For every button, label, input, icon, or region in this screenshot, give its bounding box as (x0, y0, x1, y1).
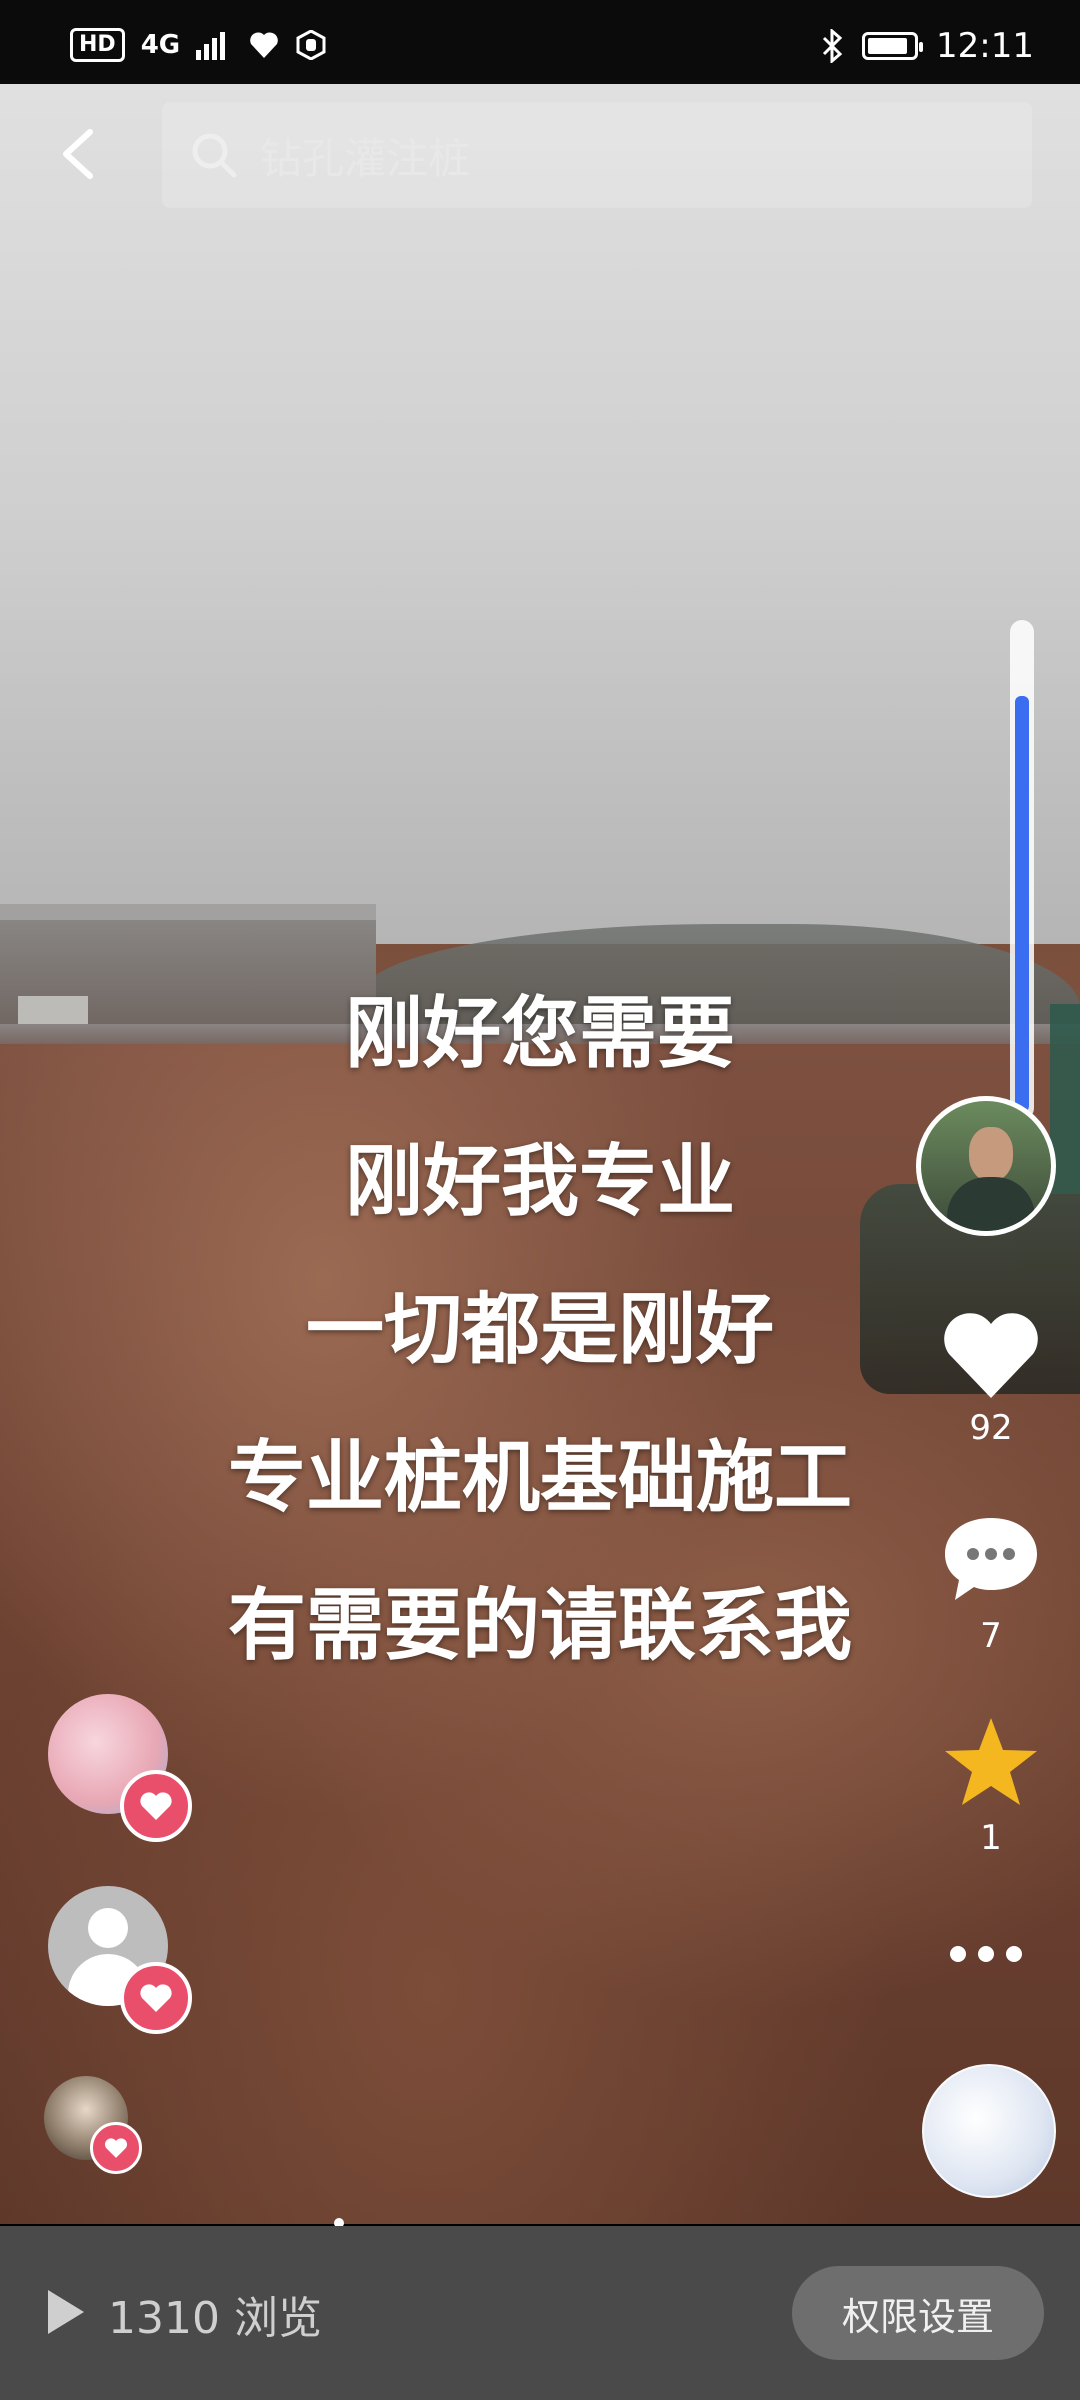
bluetooth-icon (822, 29, 843, 63)
battery-icon (862, 32, 924, 60)
network-indicator: 4G (140, 30, 181, 60)
status-bar: HD 4G 12:11 (0, 0, 1080, 84)
caption-line: 刚好您需要 (344, 988, 735, 1079)
clock: 12:11 (936, 26, 1034, 66)
heart-icon (104, 2138, 128, 2158)
comment-icon (945, 1518, 1037, 1600)
like-count: 92 (969, 1408, 1013, 1448)
more-icon[interactable] (950, 1946, 1022, 1962)
status-right: 12:11 (820, 26, 1034, 66)
author-avatar[interactable] (916, 1096, 1056, 1236)
caption-line: 有需要的请联系我 (227, 1580, 852, 1671)
heart-icon (140, 1792, 172, 1820)
heart-icon (944, 1313, 1038, 1398)
caption-line: 专业桩机基础施工 (227, 1432, 852, 1523)
star-icon (945, 1718, 1037, 1805)
caption-line: 一切都是刚好 (305, 1284, 774, 1375)
favorite-count: 1 (980, 1818, 1002, 1858)
like-badge (120, 1962, 192, 2034)
top-bar: 钻孔灌注桩 (0, 84, 1080, 224)
liker-avatar[interactable] (44, 2076, 142, 2174)
page-indicator (0, 2218, 1080, 2228)
like-button[interactable]: 92 (936, 1310, 1046, 1448)
hd-badge: HD (70, 28, 125, 62)
heart-icon (140, 1984, 172, 2012)
status-left: HD 4G (70, 28, 326, 62)
search-bar[interactable]: 钻孔灌注桩 (162, 102, 1032, 208)
view-count: 1310 浏览 (108, 2293, 322, 2344)
liker-avatar[interactable] (48, 1694, 192, 1842)
search-icon (192, 133, 237, 178)
like-badge (90, 2122, 142, 2174)
permission-settings-button[interactable]: 权限设置 (792, 2266, 1044, 2360)
video-scroll-progress[interactable] (1010, 620, 1034, 1120)
video-caption: 刚好您需要 刚好我专业 一切都是刚好 专业桩机基础施工 有需要的请联系我 (0, 960, 1080, 1700)
health-heart-icon (250, 32, 278, 58)
play-icon (48, 2290, 84, 2334)
comment-count: 7 (980, 1616, 1002, 1656)
search-query: 钻孔灌注桩 (260, 133, 471, 183)
back-arrow-icon[interactable] (52, 124, 112, 184)
comment-button[interactable]: 7 (936, 1512, 1046, 1656)
progress-fill (1015, 695, 1029, 1112)
music-disc[interactable] (922, 2064, 1056, 2198)
like-badge (120, 1770, 192, 1842)
signal-icon (196, 32, 226, 60)
favorite-button[interactable]: 1 (936, 1714, 1046, 1858)
hand-icon (296, 30, 326, 60)
bottom-bar: 1310 浏览 权限设置 (0, 2226, 1080, 2400)
liker-avatar[interactable] (48, 1886, 192, 2034)
